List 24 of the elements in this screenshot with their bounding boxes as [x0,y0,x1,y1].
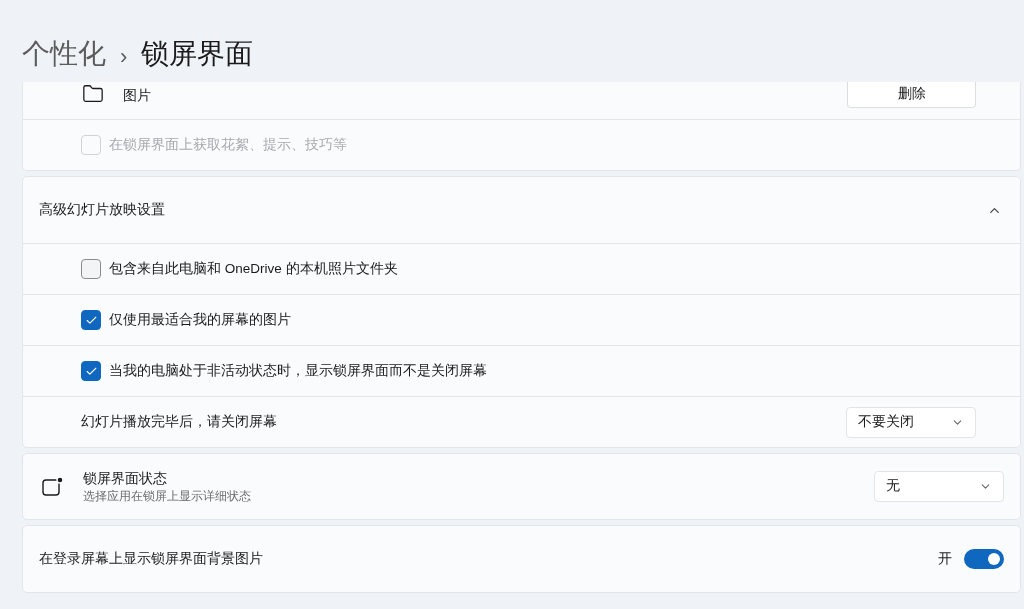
checkbox-label: 包含来自此电脑和 OneDrive 的本机照片文件夹 [109,259,398,278]
breadcrumb-parent[interactable]: 个性化 [22,40,106,68]
slideshow-header[interactable]: 高级幻灯片放映设置 [23,177,1020,243]
checkbox-label: 当我的电脑处于非活动状态时，显示锁屏界面而不是关闭屏幕 [109,361,487,380]
lock-status-icon [42,476,64,497]
checkbox-label: 在锁屏界面上获取花絮、提示、技巧等 [109,135,347,154]
setting-label: 幻灯片播放完毕后，请关闭屏幕 [81,412,277,431]
setting-title: 锁屏界面状态 [83,469,168,488]
delete-button[interactable]: 删除 [847,82,976,108]
toggle-state-label: 开 [938,549,952,568]
checkbox[interactable] [81,259,101,279]
setting-label: 在登录屏幕上显示锁屏界面背景图片 [39,549,263,568]
folder-label: 图片 [123,87,151,105]
setting-description: 选择应用在锁屏上显示详细状态 [83,488,251,504]
folder-icon [82,83,104,105]
checkbox[interactable] [81,361,101,381]
checkbox-label: 仅使用最适合我的屏幕的图片 [109,310,291,329]
page-title: 锁屏界面 [141,40,254,68]
dropdown[interactable]: 无 [874,471,1004,502]
checkbox[interactable] [81,310,101,330]
section-title: 高级幻灯片放映设置 [39,200,165,219]
dropdown[interactable]: 不要关闭 [846,406,976,438]
toggle-switch[interactable] [964,549,1004,569]
breadcrumb-separator: › [120,46,128,68]
